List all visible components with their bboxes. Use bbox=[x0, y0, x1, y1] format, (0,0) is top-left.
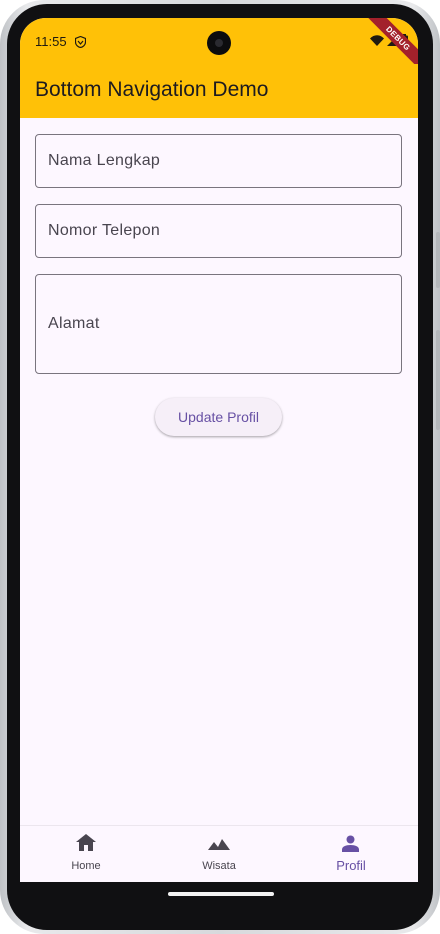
nav-item-home[interactable]: Home bbox=[20, 826, 152, 882]
nama-lengkap-label: Nama Lengkap bbox=[48, 152, 161, 169]
nav-label-profil: Profil bbox=[336, 858, 366, 873]
home-indicator[interactable] bbox=[168, 892, 274, 896]
app-bar-title: Bottom Navigation Demo bbox=[35, 78, 269, 101]
nomor-telepon-field[interactable]: Nomor Telepon bbox=[35, 204, 402, 258]
shield-icon bbox=[74, 35, 87, 53]
volume-button bbox=[436, 330, 440, 430]
update-profil-button[interactable]: Update Profil bbox=[155, 398, 282, 436]
nav-item-wisata[interactable]: Wisata bbox=[153, 826, 285, 882]
app-screen: 11:55 DEBUG Bottom Navigation Demo Nama … bbox=[20, 18, 418, 882]
alamat-label: Alamat bbox=[48, 315, 100, 332]
status-bar: 11:55 DEBUG bbox=[20, 18, 418, 72]
status-time: 11:55 bbox=[35, 34, 67, 49]
home-icon bbox=[76, 834, 96, 857]
app-bar: Bottom Navigation Demo bbox=[20, 64, 418, 118]
bottom-navigation-bar: Home Wisata Profil bbox=[20, 825, 418, 882]
nomor-telepon-label: Nomor Telepon bbox=[48, 222, 161, 239]
nav-item-profil[interactable]: Profil bbox=[285, 826, 417, 882]
phone-frame: 11:55 DEBUG Bottom Navigation Demo Nama … bbox=[0, 0, 440, 934]
power-button bbox=[436, 232, 440, 288]
alamat-field[interactable]: Alamat bbox=[35, 274, 402, 374]
front-camera bbox=[207, 31, 231, 55]
person-icon bbox=[342, 835, 359, 857]
nav-label-wisata: Wisata bbox=[202, 860, 236, 872]
nama-lengkap-field[interactable]: Nama Lengkap bbox=[35, 134, 402, 188]
wifi-icon bbox=[370, 33, 384, 51]
landscape-icon bbox=[208, 837, 230, 855]
nav-label-home: Home bbox=[71, 860, 101, 872]
